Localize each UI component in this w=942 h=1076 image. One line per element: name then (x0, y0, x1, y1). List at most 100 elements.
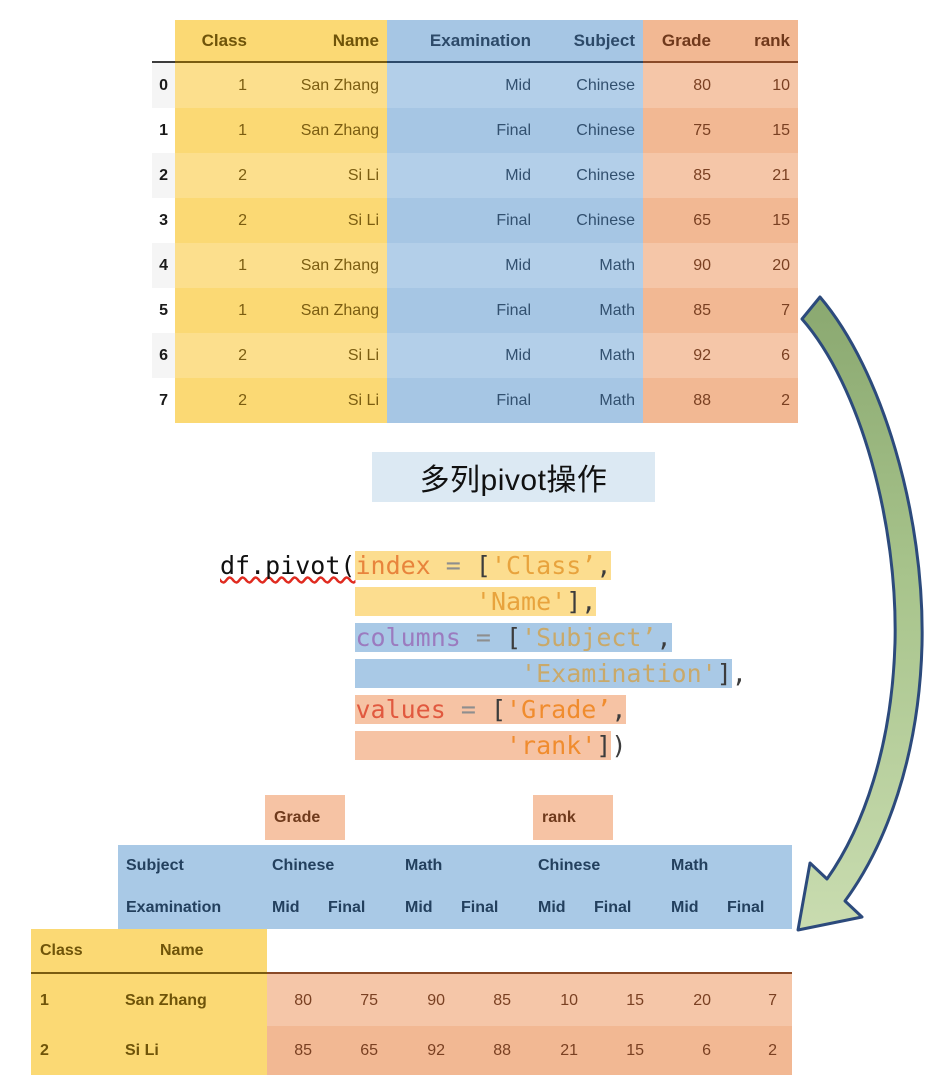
table-row-index: 5 (159, 301, 168, 319)
table-cell-class: 1 (238, 301, 247, 319)
code-token-close-bracket-1: ] (566, 587, 582, 616)
table-cell-examination: Mid (505, 256, 531, 274)
result-exam-col-3: Final (461, 899, 499, 916)
source-column-header-grade: Grade (661, 30, 711, 50)
code-token-comma-2: , (581, 587, 597, 616)
result-subject-chinese-rank: Chinese (538, 857, 601, 874)
operation-caption: 多列pivot操作 (372, 452, 655, 502)
result-values-header-rule (267, 972, 792, 974)
code-token-str-class: 'Class’ (490, 551, 597, 580)
table-cell-name: San Zhang (300, 76, 379, 94)
result-index-label-class: Class (40, 941, 83, 959)
table-cell-rank: 2 (781, 391, 790, 409)
code-line-3: df.pivot(columns = ['Subject’, (220, 620, 672, 656)
table-cell-name: Si Li (347, 211, 379, 229)
result-value-cell: 21 (560, 1042, 578, 1059)
table-cell-examination: Mid (505, 76, 531, 94)
result-value-cell: 15 (626, 992, 644, 1009)
table-cell-examination: Final (496, 211, 531, 229)
code-line-6: df.pivot( 'rank']) (220, 728, 626, 764)
table-cell-rank: 21 (772, 166, 790, 184)
source-column-header-examination: Examination (429, 30, 531, 50)
code-token-str-name: 'Name' (475, 587, 567, 616)
result-value-cell: 75 (360, 992, 378, 1009)
source-column-header-rank: rank (754, 30, 790, 50)
result-pivot-table: Grade rank Subject Chinese Math Chinese … (0, 795, 942, 1075)
result-value-cell: 2 (768, 1042, 777, 1059)
table-row-index: 3 (159, 211, 168, 229)
result-exam-col-5: Final (594, 899, 632, 916)
table-cell-class: 2 (238, 166, 247, 184)
table-cell-rank: 15 (772, 121, 790, 139)
result-value-cell: 7 (768, 992, 777, 1009)
result-value-cell: 15 (626, 1042, 644, 1059)
table-cell-grade: 75 (693, 121, 711, 139)
code-token-eq-1: = (445, 551, 461, 580)
result-subject-math-rank: Math (671, 857, 709, 874)
table-cell-rank: 20 (772, 256, 790, 274)
result-value-cell: 90 (427, 992, 445, 1009)
table-row-index: 1 (159, 121, 168, 139)
result-value-cell: 88 (493, 1042, 511, 1059)
result-row-label-subject: Subject (126, 857, 184, 874)
table-cell-name: San Zhang (300, 301, 379, 319)
code-token-str-examination: 'Examination' (521, 659, 717, 688)
result-exam-col-1: Final (328, 899, 366, 916)
result-value-cell: 6 (702, 1042, 711, 1059)
result-value-cell: 80 (294, 992, 312, 1009)
table-cell-grade: 85 (693, 166, 711, 184)
result-exam-col-2: Mid (405, 899, 433, 916)
code-token-close-paren: ) (611, 731, 627, 760)
table-cell-subject: Math (599, 301, 635, 319)
table-cell-rank: 10 (772, 76, 790, 94)
table-cell-name: San Zhang (300, 121, 379, 139)
code-token-eq-3: = (460, 695, 476, 724)
code-token-open-bracket-1: [ (475, 551, 491, 580)
table-row-index: 7 (159, 391, 168, 409)
code-line-1: df.pivot(index = ['Class’, (220, 548, 612, 584)
table-row-index: 2 (159, 166, 168, 184)
result-row-class: 1 (40, 992, 49, 1009)
table-cell-rank: 6 (781, 346, 790, 364)
source-column-header-subject: Subject (573, 30, 635, 50)
table-cell-grade: 85 (693, 301, 711, 319)
table-cell-examination: Mid (505, 346, 531, 364)
table-cell-grade: 88 (693, 391, 711, 409)
code-token-call: df.pivot( (220, 551, 356, 580)
table-cell-subject: Math (599, 391, 635, 409)
table-row-index: 0 (159, 76, 168, 94)
result-value-cell: 85 (493, 992, 511, 1009)
code-token-comma-1: , (596, 551, 612, 580)
table-cell-name: San Zhang (300, 256, 379, 274)
code-token-comma-4: , (731, 659, 747, 688)
result-value-group-rank: rank (533, 795, 613, 840)
table-row-index: 4 (159, 256, 168, 274)
table-cell-subject: Chinese (576, 76, 635, 94)
result-exam-col-0: Mid (272, 899, 300, 916)
table-cell-name: Si Li (347, 346, 379, 364)
code-token-open-bracket-3: [ (490, 695, 507, 724)
code-token-close-bracket-3: ] (596, 731, 612, 760)
result-value-cell: 92 (427, 1042, 445, 1059)
table-cell-subject: Chinese (576, 211, 635, 229)
table-cell-examination: Final (496, 301, 531, 319)
code-snippet: df.pivot(index = ['Class’, df.pivot( 'Na… (220, 548, 860, 768)
code-token-values-kw: values (355, 695, 446, 724)
result-row-name: San Zhang (125, 992, 207, 1009)
result-exam-col-6: Mid (671, 899, 699, 916)
result-exam-col-7: Final (727, 899, 765, 916)
table-cell-examination: Mid (505, 166, 531, 184)
code-line-5: df.pivot(values = ['Grade’, (220, 692, 627, 728)
code-token-columns-kw: columns (355, 623, 461, 652)
table-cell-examination: Final (496, 121, 531, 139)
table-cell-grade: 92 (693, 346, 711, 364)
result-value-group-grade: Grade (265, 795, 345, 840)
result-value-cell: 85 (294, 1042, 312, 1059)
code-token-eq-2: = (475, 623, 491, 652)
code-token-str-grade: 'Grade’ (506, 695, 612, 724)
code-line-4: df.pivot( 'Examination'], (220, 656, 747, 692)
table-cell-subject: Math (599, 346, 635, 364)
table-cell-subject: Chinese (576, 121, 635, 139)
table-cell-grade: 90 (693, 256, 711, 274)
table-cell-class: 1 (238, 76, 247, 94)
